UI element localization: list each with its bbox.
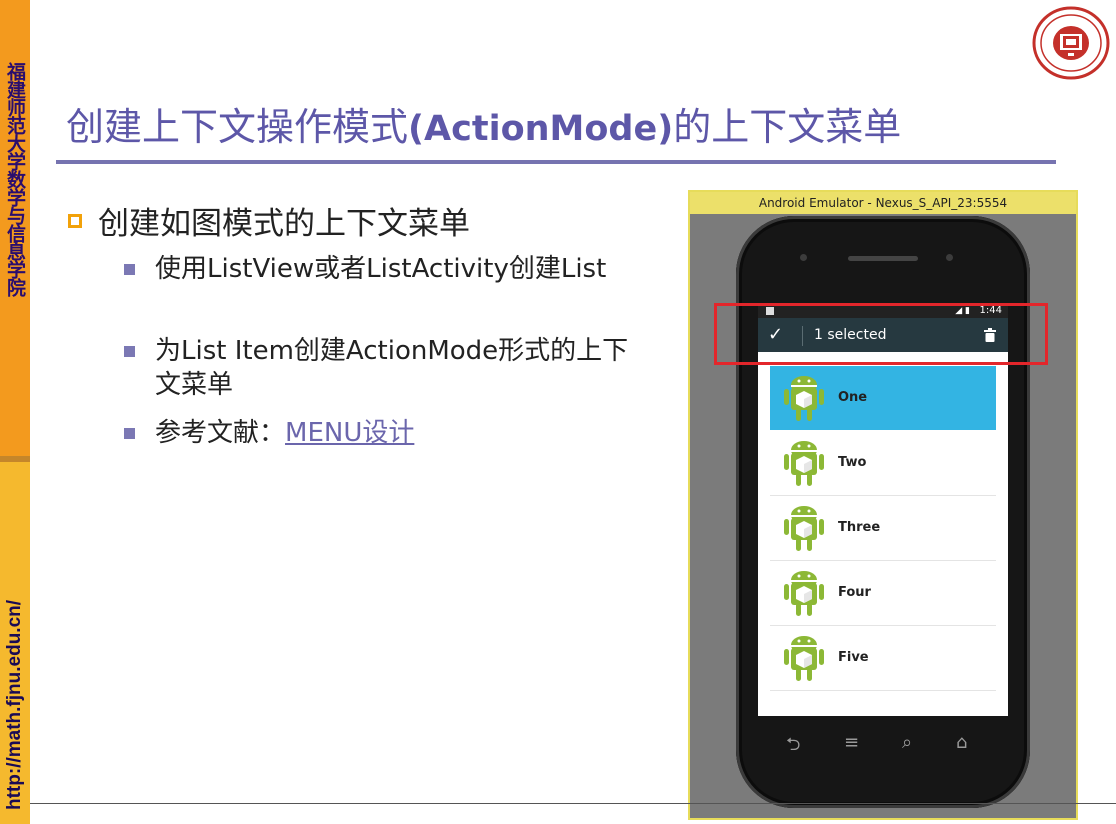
highlight-box: [714, 303, 1048, 365]
sub-bullet-icon: [124, 346, 135, 357]
sub-bullet-3: 参考文献：MENU设计: [124, 416, 654, 450]
list-item[interactable]: One: [770, 366, 996, 430]
menu-design-link[interactable]: MENU设计: [285, 418, 414, 448]
list-item-label: Three: [838, 520, 881, 535]
menu-icon[interactable]: ≡: [844, 732, 859, 753]
android-icon: [784, 571, 824, 616]
back-icon[interactable]: ⮌: [786, 732, 800, 762]
android-icon: [784, 506, 824, 551]
sub-bullet-2: 为List Item创建ActionMode形式的上下文菜单: [124, 334, 634, 402]
slide-title: 创建上下文操作模式(ActionMode)的上下文菜单: [66, 96, 1056, 151]
title-bold: (ActionMode): [408, 109, 674, 149]
nav-bar: ⮌ ≡ ⌕ ⌂: [758, 728, 1008, 764]
list-item[interactable]: Two: [770, 431, 996, 496]
android-icon: [784, 441, 824, 486]
sub-bullet-icon: [124, 428, 135, 439]
emulator-title: Android Emulator - Nexus_S_API_23:5554: [690, 192, 1076, 214]
list-item[interactable]: Four: [770, 561, 996, 626]
list-item[interactable]: Five: [770, 626, 996, 691]
phone-sensor: [800, 254, 807, 261]
list-item[interactable]: Three: [770, 496, 996, 561]
school-name: 福建师范大学数学与信息学院: [4, 62, 26, 296]
title-suffix: 的上下文菜单: [673, 105, 902, 149]
main-bullet-text: 创建如图模式的上下文菜单: [98, 206, 470, 242]
list-item-label: Five: [838, 650, 869, 665]
search-icon[interactable]: ⌕: [902, 732, 912, 753]
school-url: http://math.fjnu.edu.cn/: [4, 599, 25, 810]
title-underline: [56, 160, 1056, 164]
phone-camera: [946, 254, 953, 261]
phone-speaker: [848, 256, 918, 261]
logo-seal-icon: [1032, 6, 1110, 80]
sub-bullet-icon: [124, 264, 135, 275]
android-icon: [784, 376, 824, 421]
reference-label: 参考文献：: [155, 418, 286, 448]
sub-bullet-text: 使用ListView或者ListActivity创建List: [155, 254, 607, 284]
sub-bullet-text: 为List Item创建ActionMode形式的上下文菜单: [155, 336, 629, 400]
title-prefix: 创建上下文操作模式: [66, 105, 409, 149]
home-icon[interactable]: ⌂: [956, 732, 967, 753]
list-item-label: Two: [838, 455, 867, 470]
main-bullet: 创建如图模式的上下文菜单: [68, 198, 470, 243]
sub-bullet-1: 使用ListView或者ListActivity创建List: [124, 252, 654, 286]
list-item-label: Four: [838, 585, 871, 600]
list-item-label: One: [838, 390, 868, 405]
footer-line: [30, 803, 1116, 804]
android-icon: [784, 636, 824, 681]
phone-screen: ◢ ▮ 1:44 ✓ 1 selected One Two Three Four Fiv…: [758, 304, 1008, 716]
emulator-window: Android Emulator - Nexus_S_API_23:5554 ◢…: [688, 190, 1078, 820]
square-bullet-icon: [68, 213, 82, 228]
